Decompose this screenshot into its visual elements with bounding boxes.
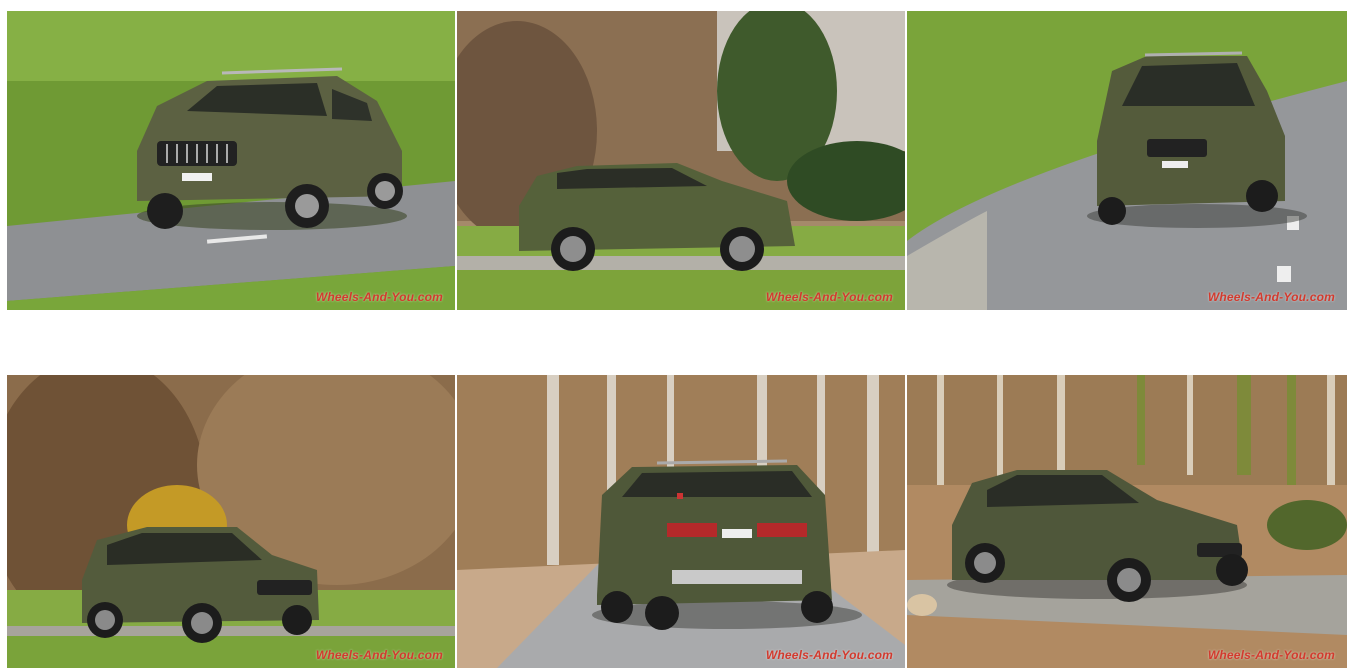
watermark-text: Wheels-And-You.com (1207, 290, 1335, 304)
photo-gallery: Wheels-And-You.com Wheels-And-You.com Wh… (0, 0, 1347, 668)
photo-4-image (7, 375, 455, 668)
photo-5-image (457, 375, 905, 668)
photo-2-image (457, 11, 905, 310)
gallery-photo-1[interactable]: Wheels-And-You.com (7, 11, 455, 310)
watermark-text: Wheels-And-You.com (315, 290, 443, 304)
gallery-photo-4[interactable]: Wheels-And-You.com (7, 375, 455, 668)
photo-1-image (7, 11, 455, 310)
watermark-text: Wheels-And-You.com (765, 648, 893, 662)
watermark-text: Wheels-And-You.com (315, 648, 443, 662)
photo-3-image (907, 11, 1347, 310)
gallery-photo-2[interactable]: Wheels-And-You.com (457, 11, 905, 310)
gallery-photo-3[interactable]: Wheels-And-You.com (907, 11, 1347, 310)
photo-6-image (907, 375, 1347, 668)
gallery-photo-6[interactable]: Wheels-And-You.com (907, 375, 1347, 668)
watermark-text: Wheels-And-You.com (765, 290, 893, 304)
watermark-text: Wheels-And-You.com (1207, 648, 1335, 662)
gallery-photo-5[interactable]: Wheels-And-You.com (457, 375, 905, 668)
